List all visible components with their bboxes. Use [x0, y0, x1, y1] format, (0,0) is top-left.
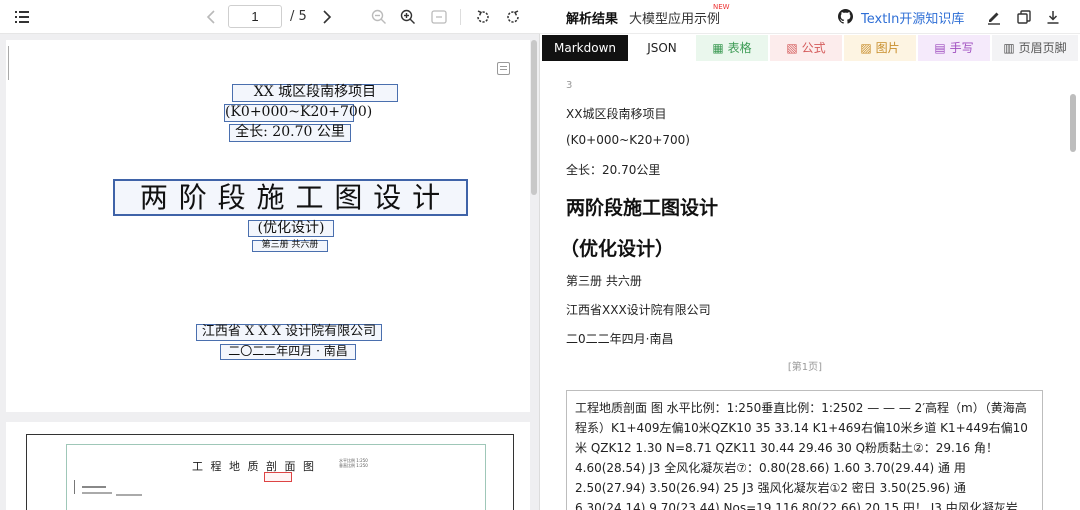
md-paragraph: 第三册 共六册 [566, 274, 642, 288]
tab-header-footer-label: 页眉页脚 [1018, 41, 1067, 55]
md-paragraph: XX城区段南移项目 [566, 107, 667, 121]
handwriting-icon: ▤ [934, 41, 946, 55]
md-page-number: 3 [566, 80, 573, 91]
profile-label-stub [116, 494, 142, 496]
app-window: 1 / 5 XX 城区段南移项目 (K0+000~K20+700) 全长: 20… [0, 0, 1080, 510]
toolbar-divider [460, 9, 461, 25]
image-icon: ▨ [860, 41, 872, 55]
profile-title: 工 程 地 质 剖 面 图 [192, 460, 316, 473]
md-page-marker: [第1页] [787, 362, 823, 373]
copy-icon[interactable] [1016, 9, 1032, 25]
md-paragraph: 二0二二年四月·南昌 [566, 332, 674, 346]
ocr-block-project[interactable]: XX 城区段南移项目 [232, 84, 398, 102]
fit-page-icon[interactable] [429, 7, 449, 27]
knowledge-base-link[interactable]: TextIn开源知识库 [861, 8, 964, 27]
ocr-mark-box [264, 472, 292, 482]
tab-json[interactable]: JSON [630, 35, 694, 61]
download-icon[interactable] [1045, 9, 1061, 25]
profile-scale: 水平比例 1:250 垂直比例 1:250 [339, 458, 368, 468]
ocr-block-subtitle[interactable]: (优化设计) [248, 220, 334, 237]
tab-json-label: JSON [647, 41, 677, 55]
tab-markdown[interactable]: Markdown [542, 35, 628, 61]
tab-handwriting-label: 手写 [949, 41, 974, 55]
ocr-block-title[interactable]: 两 阶 段 施 工 图 设 计 [113, 179, 468, 216]
ocr-block-length[interactable]: 全长: 20.70 公里 [229, 124, 351, 142]
ocr-block-org[interactable]: 江西省 X X X 设计院有限公司 [196, 324, 382, 341]
tab-model-demo[interactable]: 大模型应用示例 [629, 8, 720, 27]
md-heading: （优化设计） [560, 238, 675, 260]
md-heading: 两阶段施工图设计 [566, 197, 719, 219]
outline-menu-icon[interactable] [12, 7, 32, 27]
tab-table-label: 表格 [727, 41, 752, 55]
tab-header-footer[interactable]: ▥ 页眉页脚 [992, 35, 1078, 61]
tab-table[interactable]: ▦ 表格 [696, 35, 768, 61]
edit-icon[interactable] [986, 9, 1002, 25]
tab-formula[interactable]: ▧ 公式 [770, 35, 842, 61]
result-scrollbar[interactable] [1070, 94, 1076, 152]
tab-image[interactable]: ▨ 图片 [844, 35, 916, 61]
prev-page-icon[interactable] [201, 7, 221, 27]
document-page-2: 工 程 地 质 剖 面 图 水平比例 1:250 垂直比例 1:250 [6, 422, 530, 510]
page-total: / 5 [290, 9, 307, 24]
zoom-out-icon[interactable] [369, 7, 389, 27]
rotate-right-icon[interactable] [503, 7, 523, 27]
md-paragraph: (K0+000~K20+700) [566, 133, 690, 147]
md-paragraph: 江西省XXX设计院有限公司 [566, 303, 711, 317]
github-icon[interactable] [838, 9, 853, 24]
formula-icon: ▧ [786, 41, 798, 55]
header-footer-icon: ▥ [1003, 41, 1015, 55]
pdf-viewer-pane: 1 / 5 XX 城区段南移项目 (K0+000~K20+700) 全长: 20… [0, 0, 540, 510]
profile-label-stub [82, 492, 112, 494]
page-corner-icon [497, 62, 510, 75]
result-pane: 解析结果 大模型应用示例 NEW TextIn开源知识库 Markdown JS… [540, 0, 1080, 510]
viewer-scrollbar[interactable] [531, 40, 537, 195]
page-number-input[interactable]: 1 [228, 5, 282, 28]
ocr-block-date[interactable]: 二〇二二年四月 · 南昌 [220, 344, 356, 360]
new-badge: NEW [713, 3, 730, 11]
viewer-toolbar: 1 / 5 [0, 0, 540, 34]
document-page-1: XX 城区段南移项目 (K0+000~K20+700) 全长: 20.70 公里… [6, 40, 530, 412]
tab-formula-label: 公式 [801, 41, 826, 55]
rotate-left-icon[interactable] [473, 7, 493, 27]
ocr-block-volume[interactable]: 第三册 共六册 [252, 240, 328, 252]
md-paragraph: 全长：20.70公里 [566, 163, 661, 177]
page-crop-mark [8, 46, 9, 80]
table-icon: ▦ [712, 41, 724, 55]
tab-image-label: 图片 [875, 41, 900, 55]
tab-handwriting[interactable]: ▤ 手写 [918, 35, 990, 61]
format-tabs: Markdown JSON ▦ 表格 ▧ 公式 ▨ 图片 ▤ 手写 ▥ 页眉页脚 [540, 35, 1080, 61]
tab-parse-result[interactable]: 解析结果 [566, 8, 618, 27]
next-page-icon[interactable] [317, 7, 337, 27]
zoom-in-icon[interactable] [398, 7, 418, 27]
result-header: 解析结果 大模型应用示例 NEW TextIn开源知识库 [540, 0, 1080, 34]
profile-label-stub [82, 486, 106, 488]
md-table-block[interactable]: 工程地质剖面 图 水平比例：1:250垂直比例：1:2502 — — — 2′高… [566, 390, 1043, 510]
tab-markdown-label: Markdown [554, 41, 616, 55]
ocr-block-chainage[interactable]: (K0+000~K20+700) [224, 104, 372, 122]
